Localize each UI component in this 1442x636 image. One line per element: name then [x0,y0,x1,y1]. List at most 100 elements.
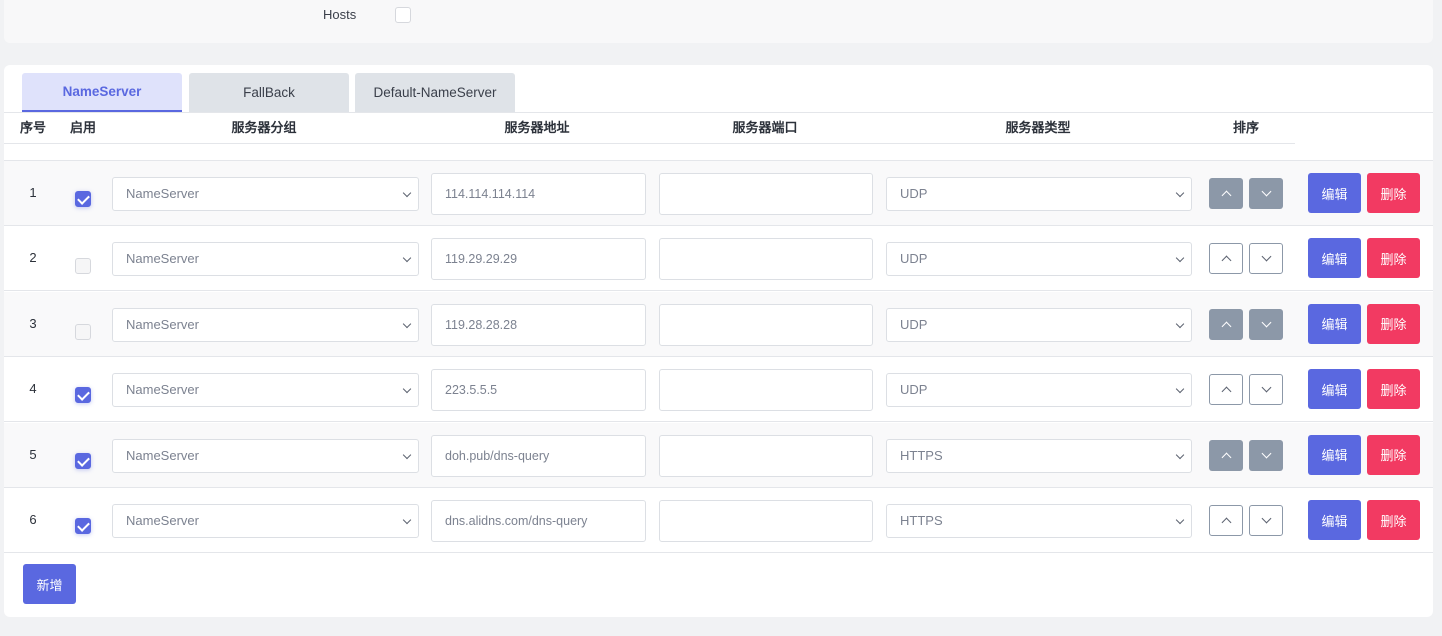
chevron-down-icon [1261,251,1271,262]
table-row: 6 NameServer dns.alidns.com/dns-query HTTPS… [4,488,1433,553]
edit-button[interactable]: 编辑 [1308,500,1361,540]
chevron-down-icon [402,319,412,329]
header-divider [4,143,1295,144]
header-index: 序号 [19,120,46,135]
delete-button[interactable]: 删除 [1367,434,1420,475]
chevron-down-icon [402,450,412,459]
edit-button[interactable]: 编辑 [1308,173,1361,213]
delete-button[interactable]: 删除 [1367,303,1420,344]
chevron-down-icon [1175,188,1185,198]
header-address: 服务器地址 [504,120,570,135]
chevron-down-icon [1175,384,1185,394]
move-up-button[interactable] [1209,439,1243,471]
enable-checkbox[interactable] [75,258,91,275]
server-address-input[interactable]: 119.29.29.29 [431,238,646,281]
edit-button[interactable]: 编辑 [1308,434,1361,475]
tab-fallback[interactable]: FallBack [189,73,349,112]
server-address-input[interactable]: 223.5.5.5 [431,369,646,412]
row-index: 5 [29,446,37,462]
hosts-label: Hosts [323,7,357,22]
move-down-button[interactable] [1249,374,1283,406]
chevron-down-icon [402,384,412,394]
server-address-input[interactable]: doh.pub/dns-query [431,434,646,477]
move-down-button[interactable] [1249,243,1283,275]
move-up-button[interactable] [1209,308,1243,340]
server-type-select[interactable]: UDP [886,307,1192,342]
edit-button[interactable]: 编辑 [1308,369,1361,410]
edit-button[interactable]: 编辑 [1308,303,1361,344]
enable-checkbox[interactable] [75,518,91,534]
server-group-select[interactable]: NameServer [112,373,419,408]
table-row: 5 NameServer doh.pub/dns-query HTTPS 编辑 删除 [4,422,1433,488]
table-row: 3 NameServer 119.28.28.28 UDP 编辑 删除 [4,291,1433,357]
chevron-down-icon [402,515,412,525]
move-up-button[interactable] [1209,374,1243,406]
chevron-down-icon [1261,448,1271,459]
hosts-checkbox[interactable] [395,7,411,23]
header-type: 服务器类型 [1005,120,1071,135]
move-down-button[interactable] [1249,308,1283,340]
move-down-button[interactable] [1249,439,1283,471]
server-group-select[interactable]: NameServer [112,438,419,473]
header-enabled: 启用 [69,120,96,135]
tab-nameserver[interactable]: NameServer [22,73,182,112]
enable-checkbox[interactable] [75,452,91,469]
chevron-up-icon [1221,190,1231,201]
header-sort: 排序 [1232,120,1259,135]
server-group-select[interactable]: NameServer [112,242,419,277]
server-group-select[interactable]: NameServer [112,177,419,211]
server-type-select[interactable]: HTTPS [886,504,1192,538]
server-type-select[interactable]: HTTPS [886,438,1192,473]
server-address-input[interactable]: 114.114.114.114 [431,173,646,215]
table-row: 1 NameServer 114.114.114.114 UDP 编辑 删除 [4,161,1433,226]
move-up-button[interactable] [1209,505,1243,536]
enable-checkbox[interactable] [75,387,91,404]
table-row: 4 NameServer 223.5.5.5 UDP 编辑 删除 [4,357,1433,423]
server-address-input[interactable]: dns.alidns.com/dns-query [431,500,646,542]
server-type-value: UDP [900,382,928,398]
chevron-down-icon [402,188,412,198]
server-address-input[interactable]: 119.28.28.28 [431,303,646,346]
server-type-select[interactable]: UDP [886,242,1192,277]
server-port-input[interactable] [659,369,873,412]
server-group-value: NameServer [126,186,199,201]
chevron-down-icon [1175,515,1185,525]
edit-button[interactable]: 编辑 [1308,238,1361,279]
chevron-up-icon [1221,517,1231,528]
delete-button[interactable]: 删除 [1367,238,1420,279]
server-type-value: UDP [900,186,928,201]
server-group-value: NameServer [126,513,199,528]
move-up-button[interactable] [1209,243,1243,275]
server-port-input[interactable] [659,238,873,281]
server-group-select[interactable]: NameServer [112,504,419,538]
row-index: 1 [29,185,37,200]
tab-default-nameserver[interactable]: Default-NameServer [355,73,515,112]
chevron-down-icon [1261,186,1271,197]
chevron-down-icon [402,254,412,263]
move-down-button[interactable] [1249,505,1283,536]
server-type-select[interactable]: UDP [886,373,1192,408]
server-group-select[interactable]: NameServer [112,307,419,342]
enable-checkbox[interactable] [75,323,91,340]
chevron-down-icon [1175,450,1185,459]
chevron-down-icon [1261,382,1271,393]
move-down-button[interactable] [1249,178,1283,209]
delete-button[interactable]: 删除 [1367,173,1420,213]
server-port-input[interactable] [659,500,873,542]
server-port-input[interactable] [659,303,873,346]
enable-checkbox[interactable] [75,191,91,207]
header-group: 服务器分组 [231,120,297,135]
server-type-value: HTTPS [900,513,943,528]
row-index: 4 [29,381,37,397]
chevron-up-icon [1221,255,1231,266]
move-up-button[interactable] [1209,178,1243,209]
delete-button[interactable]: 删除 [1367,500,1420,540]
server-port-input[interactable] [659,173,873,215]
server-group-value: NameServer [126,447,199,463]
server-port-input[interactable] [659,434,873,477]
chevron-up-icon [1221,321,1231,332]
server-type-select[interactable]: UDP [886,177,1192,211]
add-button[interactable]: 新增 [23,564,76,604]
chevron-down-icon [1175,319,1185,329]
delete-button[interactable]: 删除 [1367,369,1420,410]
